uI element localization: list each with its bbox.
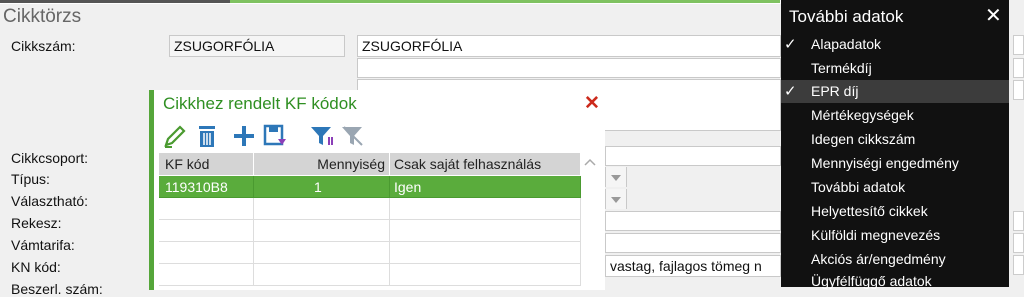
menu-item-ugyfelfuggo-adatok[interactable]: Ügyfélfüggő adatok bbox=[781, 270, 1009, 293]
dialog-close-icon[interactable]: ✕ bbox=[584, 92, 600, 115]
right-edge-field[interactable] bbox=[1013, 255, 1024, 275]
panel-title: További adatok bbox=[789, 7, 904, 26]
column-header-kf-kod[interactable]: KF kód bbox=[159, 153, 254, 175]
label-cikkszam: Cikkszám: bbox=[11, 38, 76, 54]
table-row-empty[interactable] bbox=[159, 242, 581, 264]
filter-clear-icon[interactable] bbox=[340, 123, 366, 149]
check-icon: ✓ bbox=[784, 36, 797, 53]
filter-icon[interactable] bbox=[309, 123, 335, 149]
kn-description-field[interactable]: vastag, fajlagos tömeg n bbox=[605, 255, 781, 277]
menu-item-tovabbi-adatok[interactable]: További adatok bbox=[781, 176, 1009, 199]
label-kn-kod: KN kód: bbox=[11, 259, 61, 275]
cell-csak-sajat: Igen bbox=[390, 176, 581, 198]
right-edge-field[interactable] bbox=[1013, 35, 1024, 55]
label-cikkcsoport: Cikkcsoport: bbox=[11, 150, 89, 166]
table-row[interactable]: 119310B8 1 Igen bbox=[159, 176, 581, 198]
right-edge-field[interactable] bbox=[1013, 233, 1024, 253]
cell-kf-kod: 119310B8 bbox=[159, 176, 254, 198]
table-row-empty[interactable] bbox=[159, 220, 581, 242]
label-valaszthato: Választható: bbox=[11, 193, 89, 209]
menu-item-alapadatok[interactable]: ✓ Alapadatok bbox=[781, 33, 1009, 56]
menu-item-epr-dij[interactable]: ✓ EPR díj bbox=[781, 80, 1009, 103]
label-rekesz: Rekesz: bbox=[11, 215, 62, 231]
column-header-csak-sajat[interactable]: Csak saját felhasználás bbox=[390, 153, 581, 175]
right-edge-field[interactable] bbox=[1013, 58, 1024, 78]
menu-item-idegen-cikkszam[interactable]: Idegen cikkszám bbox=[781, 128, 1009, 151]
kf-codes-dialog: Cikkhez rendelt KF kódok ✕ KF kód Mennyi… bbox=[149, 90, 605, 290]
right-edge-field[interactable] bbox=[1013, 211, 1024, 231]
column-header-mennyiseg[interactable]: Mennyiség bbox=[254, 153, 390, 175]
panel-close-icon[interactable]: ✕ bbox=[985, 3, 1002, 28]
check-icon: ✓ bbox=[784, 83, 797, 100]
tipus-chevron-down-icon[interactable] bbox=[606, 167, 626, 187]
rekesz-field[interactable] bbox=[605, 211, 781, 231]
menu-item-termekdij[interactable]: Termékdíj bbox=[781, 57, 1009, 80]
trash-icon[interactable] bbox=[194, 123, 220, 149]
further-data-panel: További adatok ✕ ✓ Alapadatok Termékdíj … bbox=[781, 0, 1009, 289]
top-accent-green bbox=[230, 0, 780, 3]
cikkszam-code-field[interactable]: ZSUGORFÓLIA bbox=[169, 35, 345, 57]
table-row-empty[interactable] bbox=[159, 198, 581, 220]
window-title: Cikktörzs bbox=[3, 6, 82, 27]
scroll-up-icon[interactable] bbox=[583, 155, 597, 171]
name-line-2-field[interactable] bbox=[357, 58, 781, 78]
cikkcsoport-field[interactable] bbox=[605, 146, 781, 166]
save-icon[interactable] bbox=[262, 123, 288, 149]
table-row-empty[interactable] bbox=[159, 264, 581, 286]
valaszthato-chevron-down-icon[interactable] bbox=[606, 189, 626, 209]
menu-item-mertekegysegek[interactable]: Mértékegységek bbox=[781, 104, 1009, 127]
menu-item-kulfoldi-megnevezes[interactable]: Külföldi megnevezés bbox=[781, 224, 1009, 247]
label-vamtarifa: Vámtarifa: bbox=[11, 237, 75, 253]
right-edge-field[interactable] bbox=[1013, 80, 1024, 100]
menu-item-akcios-ar[interactable]: Akciós ár/engedmény bbox=[781, 248, 1009, 271]
vamtarifa-field[interactable] bbox=[605, 233, 781, 253]
top-accent-dark bbox=[0, 0, 230, 3]
cikkszam-name-field[interactable]: ZSUGORFÓLIA bbox=[357, 35, 781, 57]
edit-icon[interactable] bbox=[162, 123, 188, 149]
add-icon[interactable] bbox=[231, 123, 257, 149]
dialog-title: Cikkhez rendelt KF kódok bbox=[163, 94, 357, 113]
menu-item-helyettesito-cikkek[interactable]: Helyettesítő cikkek bbox=[781, 200, 1009, 223]
menu-item-mennyisegi-engedmeny[interactable]: Mennyiségi engedmény bbox=[781, 152, 1009, 175]
cell-mennyiseg: 1 bbox=[254, 176, 390, 198]
label-partial-bottom: Beszerl. szám: bbox=[11, 281, 103, 297]
label-tipus: Típus: bbox=[11, 171, 50, 187]
